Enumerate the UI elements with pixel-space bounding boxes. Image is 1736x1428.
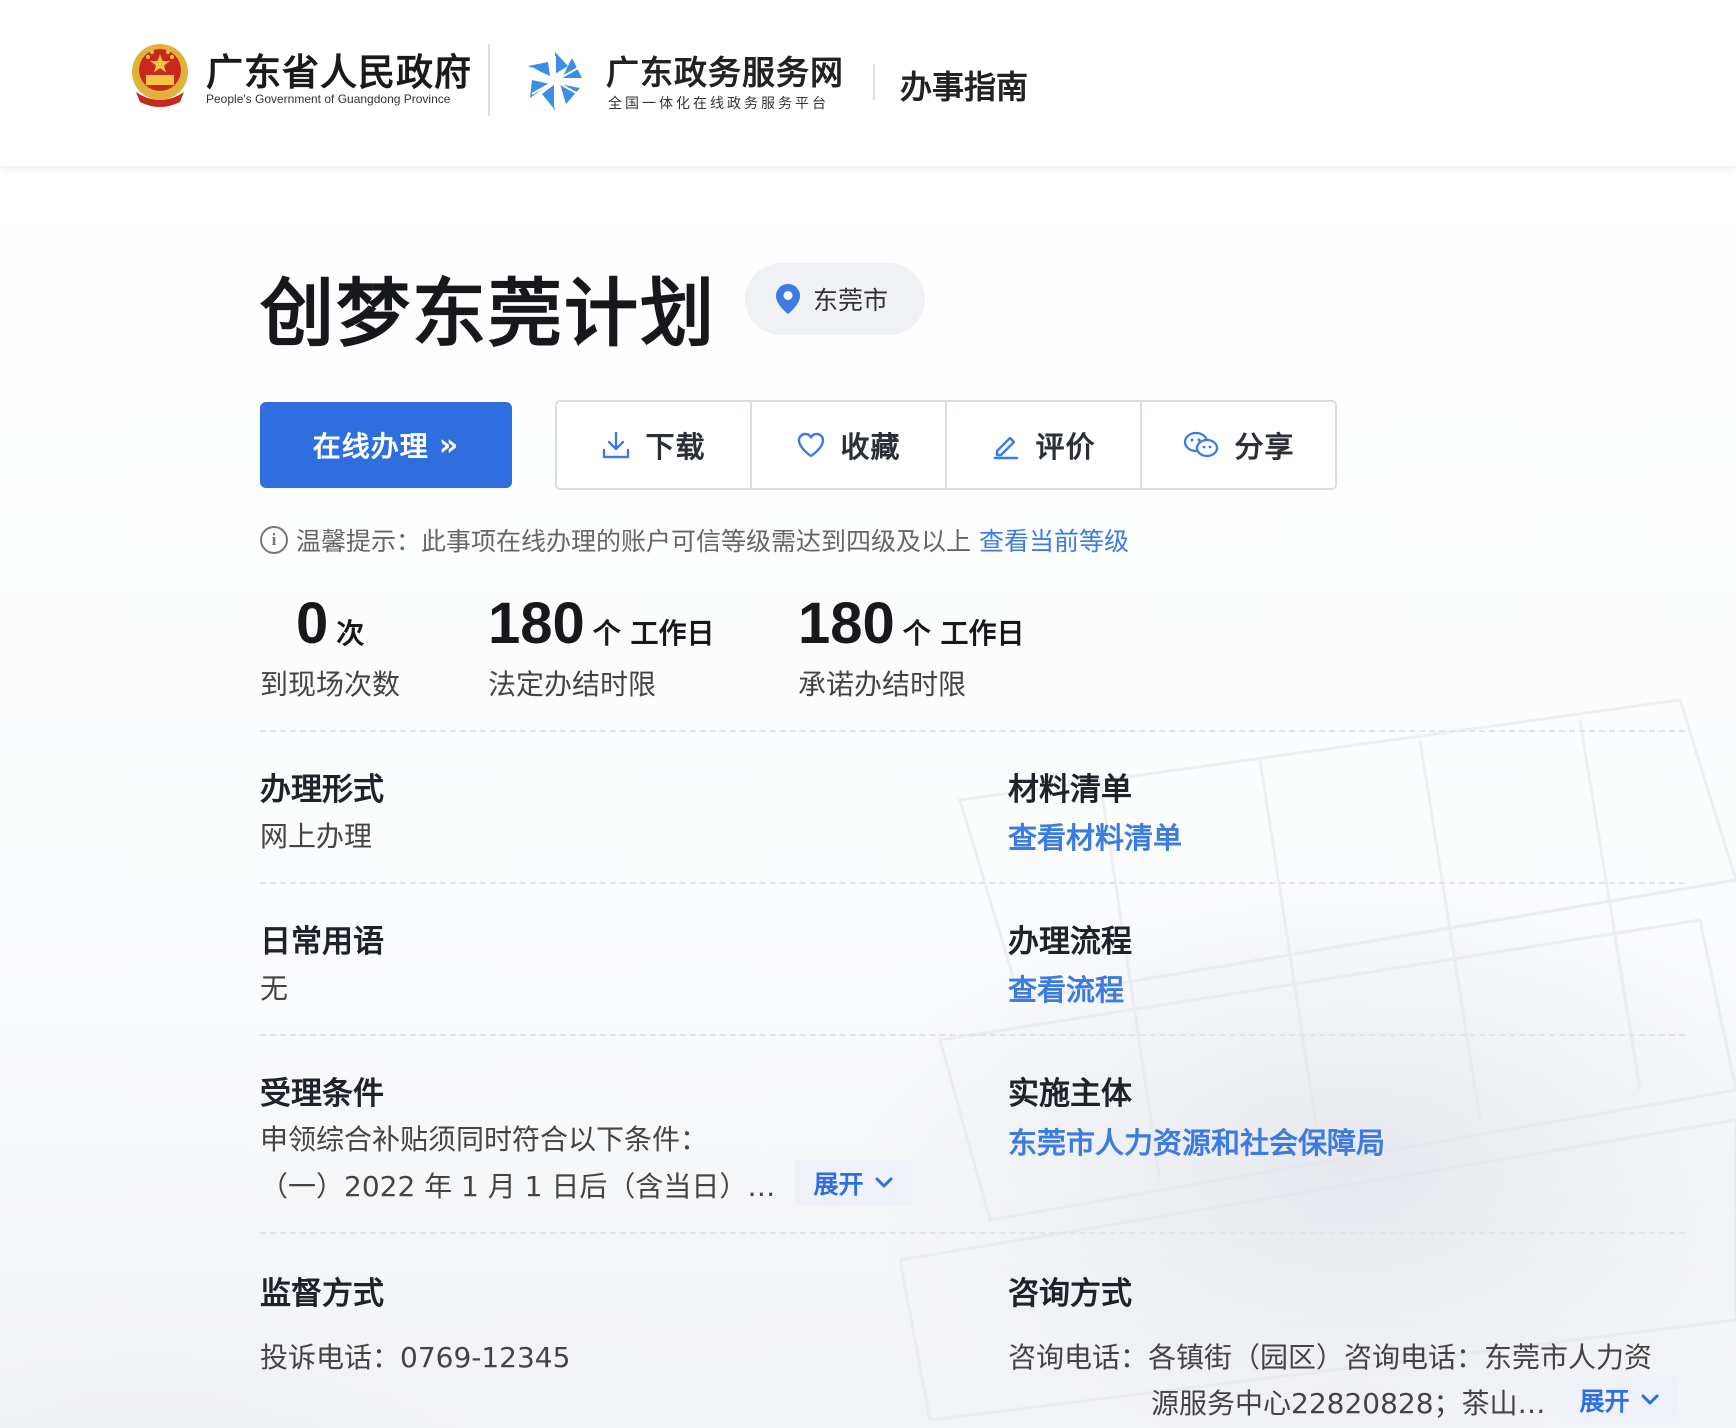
materials-label: 材料清单 [1008, 772, 1132, 808]
expand-label: 展开 [813, 1170, 864, 1199]
guangdong-portal-logo[interactable] [522, 44, 588, 114]
check-level-link[interactable]: 查看当前等级 [979, 522, 1129, 558]
conditions-line-1: 申领综合补贴须同时符合以下条件： [260, 1123, 709, 1156]
consult-label: 咨询方式 [1008, 1276, 1132, 1312]
supervision-value: 投诉电话：0769-12345 [260, 1341, 571, 1374]
consult-line-2: 源服务中心22820828；茶山… [1151, 1387, 1546, 1420]
section-divider [260, 1232, 1685, 1234]
section-divider [260, 730, 1685, 732]
page-title: 创梦东莞计划 [260, 271, 716, 357]
section-title: 办事指南 [900, 68, 1029, 106]
wechat-icon [1184, 431, 1219, 458]
chevron-down-icon [1641, 1394, 1658, 1405]
stat-label: 到现场次数 [260, 668, 401, 701]
stat-value: 0 [296, 591, 329, 656]
download-label: 下载 [645, 430, 706, 464]
stat-value: 180 [798, 591, 895, 656]
expand-label: 展开 [1579, 1387, 1630, 1416]
service-guide-main: 创梦东莞计划 东莞市 在线办理 » 下载 收藏 评价 分享 i 温馨提示：此事项… [0, 0, 1736, 1428]
gov-subtitle: People's Government of Guangdong Provinc… [206, 92, 451, 106]
share-label: 分享 [1234, 430, 1295, 464]
online-apply-button[interactable]: 在线办理 » [260, 402, 512, 488]
materials-link[interactable]: 查看材料清单 [1008, 815, 1182, 857]
portal-subtitle: 全国一体化在线政务服务平台 [608, 96, 829, 112]
consult-expand-button[interactable]: 展开 [1561, 1377, 1678, 1423]
online-apply-label: 在线办理 [312, 430, 429, 463]
rate-button[interactable]: 评价 [947, 402, 1142, 488]
header-divider [873, 64, 875, 100]
common-terms-value: 无 [260, 972, 289, 1005]
supervision-label: 监督方式 [260, 1276, 384, 1312]
process-link[interactable]: 查看流程 [1008, 967, 1124, 1009]
implementer-link[interactable]: 东莞市人力资源和社会保障局 [1008, 1120, 1385, 1162]
stat-label: 承诺办结时限 [798, 668, 967, 701]
gov-title[interactable]: 广东省人民政府 [206, 42, 472, 96]
national-emblem-logo[interactable] [128, 42, 192, 108]
conditions-line-2: （一）2022 年 1 月 1 日后（含当日）… [260, 1170, 776, 1203]
conditions-label: 受理条件 [260, 1076, 384, 1112]
download-icon [603, 431, 630, 459]
consult-line-1: 咨询电话：各镇街（园区）咨询电话：东莞市人力资 [1008, 1341, 1653, 1374]
info-icon: i [260, 526, 288, 554]
stat-promised-time: 180 个 工作日 承诺办结时限 [798, 590, 1025, 703]
chevron-down-icon [875, 1177, 892, 1188]
process-label: 办理流程 [1008, 924, 1132, 960]
common-terms-label: 日常用语 [260, 924, 384, 960]
handling-form-label: 办理形式 [260, 772, 384, 808]
double-chevron-right-icon: » [438, 427, 460, 463]
location-badge: 东莞市 [745, 263, 925, 335]
heart-icon [798, 432, 825, 458]
pencil-icon [994, 436, 1019, 460]
warm-tip: i 温馨提示：此事项在线办理的账户可信等级需达到四级及以上 查看当前等级 [260, 522, 1129, 558]
implementer-label: 实施主体 [1008, 1076, 1132, 1112]
stat-unit: 次 [336, 617, 365, 650]
tip-text: 温馨提示：此事项在线办理的账户可信等级需达到四级及以上 [296, 527, 972, 556]
site-header: 广东省人民政府 People's Government of Guangdong… [0, 0, 1736, 166]
location-label: 东莞市 [813, 286, 889, 315]
stat-unit: 个 工作日 [592, 617, 715, 650]
location-pin-icon [776, 284, 800, 314]
stat-value: 180 [488, 591, 585, 656]
favorite-label: 收藏 [840, 430, 901, 464]
section-divider [260, 882, 1685, 884]
rate-label: 评价 [1035, 430, 1096, 464]
conditions-expand-button[interactable]: 展开 [795, 1160, 912, 1206]
stat-visits: 0次 到现场次数 [260, 590, 400, 703]
action-toolbar: 下载 收藏 评价 分享 [555, 400, 1337, 490]
section-divider [260, 1034, 1685, 1036]
header-divider [488, 44, 490, 116]
stat-legal-time: 180 个 工作日 法定办结时限 [488, 590, 715, 703]
stat-unit: 个 工作日 [902, 617, 1025, 650]
favorite-button[interactable]: 收藏 [752, 402, 947, 488]
download-button[interactable]: 下载 [557, 402, 752, 488]
handling-form-value: 网上办理 [260, 820, 373, 853]
share-button[interactable]: 分享 [1142, 402, 1335, 488]
portal-title[interactable]: 广东政务服务网 [606, 46, 844, 94]
stat-label: 法定办结时限 [488, 668, 657, 701]
